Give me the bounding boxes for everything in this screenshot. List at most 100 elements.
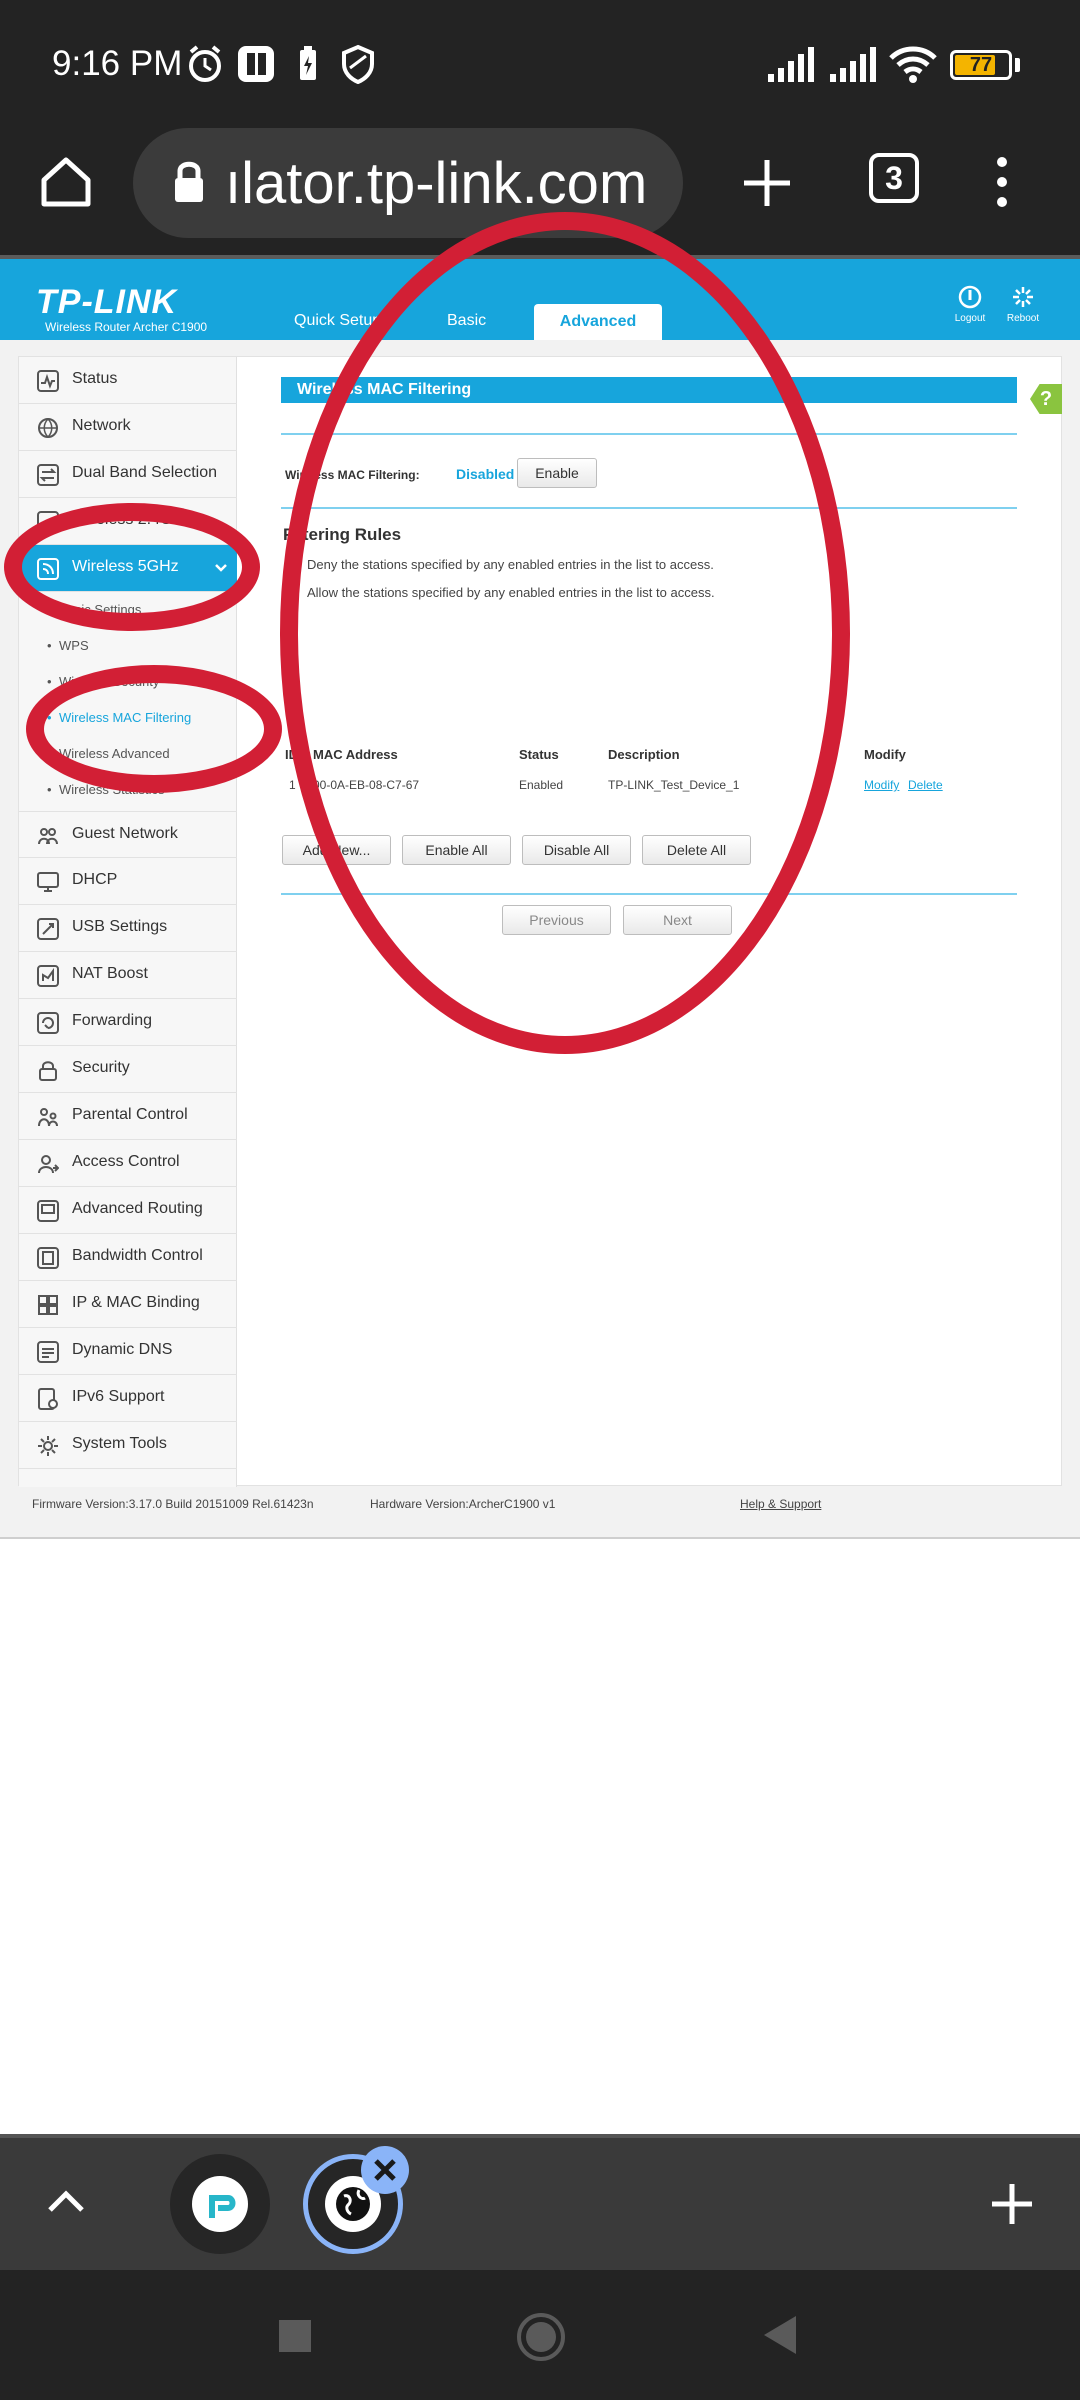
sidebar-item-access-control[interactable]: Access Control [19,1140,237,1187]
sidebar-item-dynamic-dns[interactable]: Dynamic DNS [19,1328,237,1375]
guest-icon [38,828,58,845]
sidebar-item-system-tools[interactable]: System Tools [19,1422,237,1469]
allow-radio[interactable] [285,585,299,599]
wireless-icon [37,511,59,533]
sidebar-item-advanced-routing[interactable]: Advanced Routing [19,1187,237,1234]
allow-rule-text: Allow the stations specified by any enab… [307,585,715,600]
back-icon[interactable] [762,2314,798,2356]
clock: 9:16 PM [52,44,183,83]
filter-status: Disabled [456,466,515,482]
signal-icon [768,47,814,82]
main-panel: Status Network Dual Band Selection Wirel… [18,356,1062,1487]
col-mac: MAC Address [313,747,398,762]
status-icon [37,370,59,392]
next-button[interactable]: Next [623,905,732,935]
submenu-wireless-security[interactable]: Wireless Security [47,674,159,689]
enable-all-button[interactable]: Enable All [402,835,511,865]
sidebar-item-wireless-5[interactable]: Wireless 5GHz [19,545,237,592]
reboot-icon [1013,287,1033,307]
gear-icon [38,1436,58,1456]
battery-percent: 77 [969,54,993,76]
close-icon[interactable] [361,2146,409,2194]
dual-band-icon [37,464,59,486]
add-new-button[interactable]: Add New... [282,835,391,865]
address-bar[interactable]: ılator.tp-link.com [133,128,683,238]
menu-icon[interactable] [990,152,1014,212]
tab-strip-divider [0,2134,1080,2138]
sidebar-item-dual-band[interactable]: Dual Band Selection [19,451,237,498]
sidebar-item-usb[interactable]: USB Settings [19,905,237,952]
delete-link[interactable]: Delete [908,778,943,792]
tabs-icon[interactable]: 3 [869,153,919,203]
router-header: TP-LINK Wireless Router Archer C1900 Qui… [0,259,1080,340]
sidebar-item-label: Wireless 2.4GHz [72,511,193,528]
enable-button[interactable]: Enable [517,458,597,488]
submenu-wps[interactable]: WPS [47,638,88,653]
content-area: Wireless MAC Filtering Wireless MAC Filt… [281,357,1041,957]
logout-button[interactable]: Logout [945,285,995,324]
new-tab-icon[interactable] [740,156,794,210]
close-x-icon [374,2159,396,2181]
sidebar-item-nat-boost[interactable]: NAT Boost [19,952,237,999]
sidebar-item-label: Guest Network [72,825,178,842]
previous-button[interactable]: Previous [502,905,611,935]
sidebar-item-label: IPv6 Support [72,1388,165,1405]
home-icon[interactable] [516,2312,566,2362]
disable-all-button[interactable]: Disable All [522,835,631,865]
dns-icon [37,1341,59,1363]
sidebar-item-label: NAT Boost [72,965,148,982]
dhcp-icon [37,872,59,892]
sidebar-item-network[interactable]: Network [19,404,237,451]
reboot-label: Reboot [1006,313,1040,324]
sidebar-item-label: Status [72,370,118,387]
sidebar-item-bandwidth-control[interactable]: Bandwidth Control [19,1234,237,1281]
sidebar-item-status[interactable]: Status [19,357,237,404]
sidebar-item-ipv6[interactable]: IPv6 Support [19,1375,237,1422]
sidebar-item-dhcp[interactable]: DHCP [19,858,237,905]
submenu-basic-settings[interactable]: Basic Settings [47,602,141,617]
sidebar-item-wireless-24[interactable]: Wireless 2.4GHz [19,498,237,545]
lock-icon [39,1061,57,1081]
submenu-mac-filtering[interactable]: Wireless MAC Filtering [47,710,191,725]
tab-basic[interactable]: Basic [447,312,486,330]
tab-quick-setup[interactable]: Quick Setup [294,312,381,330]
bandwidth-icon [37,1247,59,1269]
sidebar-item-label: Network [72,417,131,434]
sidebar-item-label: Advanced Routing [72,1200,203,1217]
row-id: 1 [289,778,296,792]
recents-icon[interactable] [279,2320,311,2352]
deny-rule-text: Deny the stations specified by any enabl… [307,557,714,572]
router-model: Wireless Router Archer C1900 [45,320,208,334]
tplink-tab-icon [192,2176,248,2232]
ipv6-icon [38,1388,58,1410]
sidebar-item-forwarding[interactable]: Forwarding [19,999,237,1046]
home-icon[interactable] [36,152,96,212]
delete-all-button[interactable]: Delete All [642,835,751,865]
sidebar-item-security[interactable]: Security [19,1046,237,1093]
submenu-wireless-statistics[interactable]: Wireless Statistics [47,782,165,797]
tab-advanced[interactable]: Advanced [534,304,662,340]
sidebar-item-guest-network[interactable]: Guest Network [19,811,237,858]
chevron-up-icon[interactable] [44,2184,88,2220]
modify-link[interactable]: Modify [864,778,899,792]
browser-toolbar: ılator.tp-link.com 3 [0,128,1080,258]
sidebar-item-label: Security [72,1059,130,1076]
nat-icon [37,965,59,987]
deny-radio[interactable] [285,557,299,571]
add-tab-icon[interactable] [990,2182,1034,2226]
col-status: Status [519,747,559,762]
hardware-version: Hardware Version:ArcherC1900 v1 [370,1497,556,1511]
submenu-wireless-advanced[interactable]: Wireless Advanced [47,746,170,761]
reboot-button[interactable]: Reboot [998,285,1048,324]
tab-thumbnail-tplink[interactable] [170,2154,270,2254]
wireless-icon [37,558,59,580]
sidebar-item-ip-mac-binding[interactable]: IP & MAC Binding [19,1281,237,1328]
logout-icon [958,285,982,309]
parental-icon [38,1108,58,1127]
tplink-logo-icon [209,2195,236,2218]
sidebar-item-label: Dual Band Selection [72,464,217,481]
row-mac: 00-0A-EB-08-C7-67 [313,778,420,792]
help-support-link[interactable]: Help & Support [740,1497,821,1511]
alarm-icon [189,45,221,82]
sidebar-item-parental-control[interactable]: Parental Control [19,1093,237,1140]
